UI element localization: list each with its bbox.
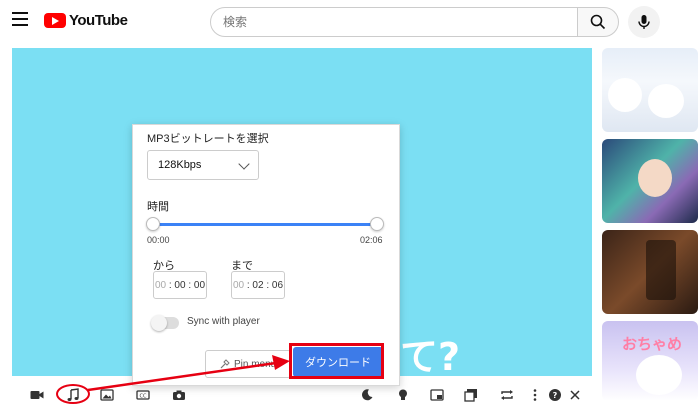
lightbulb-icon[interactable]	[394, 386, 412, 404]
top-bar: YouTube	[0, 0, 700, 44]
search-button[interactable]	[577, 7, 619, 37]
more-options-icon[interactable]	[526, 386, 544, 404]
sync-label: Sync with player	[187, 316, 260, 327]
subtitles-icon[interactable]: CC	[134, 386, 152, 404]
dark-mode-moon-icon[interactable]	[358, 386, 376, 404]
download-button-highlight	[289, 343, 384, 379]
recommended-video-thumbnail[interactable]	[602, 48, 698, 132]
picture-in-picture-icon[interactable]	[428, 386, 446, 404]
recommended-video-thumbnail[interactable]	[602, 230, 698, 314]
playlist-copy-icon[interactable]	[462, 386, 480, 404]
chevron-down-icon	[238, 158, 250, 170]
camera-icon[interactable]	[170, 386, 188, 404]
microphone-icon	[638, 15, 650, 29]
video-download-icon[interactable]	[28, 386, 46, 404]
play-logo-icon	[44, 13, 66, 28]
time-range-track[interactable]	[153, 223, 377, 226]
loop-repeat-icon[interactable]	[498, 386, 516, 404]
search-input[interactable]	[223, 15, 577, 29]
video-overlay-text: て?	[400, 335, 461, 379]
bitrate-label: MP3ビットレートを選択	[147, 133, 269, 145]
svg-text:?: ?	[553, 391, 558, 400]
image-icon[interactable]	[98, 386, 116, 404]
close-icon[interactable]	[566, 386, 584, 404]
logo-text: YouTube	[69, 12, 128, 29]
svg-text:CC: CC	[140, 393, 147, 399]
slider-end-time: 02:06	[360, 235, 383, 245]
recommended-video-thumbnail[interactable]: おちゃめ	[602, 321, 698, 401]
music-button-highlight	[56, 384, 90, 404]
start-time-slider-handle[interactable]	[146, 217, 160, 231]
recommended-video-thumbnail[interactable]	[602, 139, 698, 223]
voice-search-button[interactable]	[628, 6, 660, 38]
thumbnail-title-text: おちゃめ	[622, 335, 683, 353]
time-label: 時間	[147, 201, 169, 213]
hamburger-menu-icon[interactable]	[12, 12, 28, 26]
youtube-logo[interactable]: YouTube	[44, 12, 128, 29]
extension-toolbar: CC ?	[12, 384, 592, 406]
bitrate-value: 128Kbps	[158, 159, 202, 171]
to-time-input[interactable]: 00 : 02 : 06	[231, 271, 285, 299]
search-box[interactable]	[210, 7, 578, 37]
help-icon[interactable]: ?	[546, 386, 564, 404]
end-time-slider-handle[interactable]	[370, 217, 384, 231]
from-time-input[interactable]: 00 : 00 : 00	[153, 271, 207, 299]
pin-icon	[220, 359, 230, 369]
pin-menu-button[interactable]: Pin menu	[205, 350, 291, 378]
bitrate-select[interactable]: 128Kbps	[147, 150, 259, 180]
search-icon	[590, 14, 606, 30]
sync-with-player-toggle[interactable]	[151, 315, 179, 331]
slider-start-time: 00:00	[147, 235, 170, 245]
